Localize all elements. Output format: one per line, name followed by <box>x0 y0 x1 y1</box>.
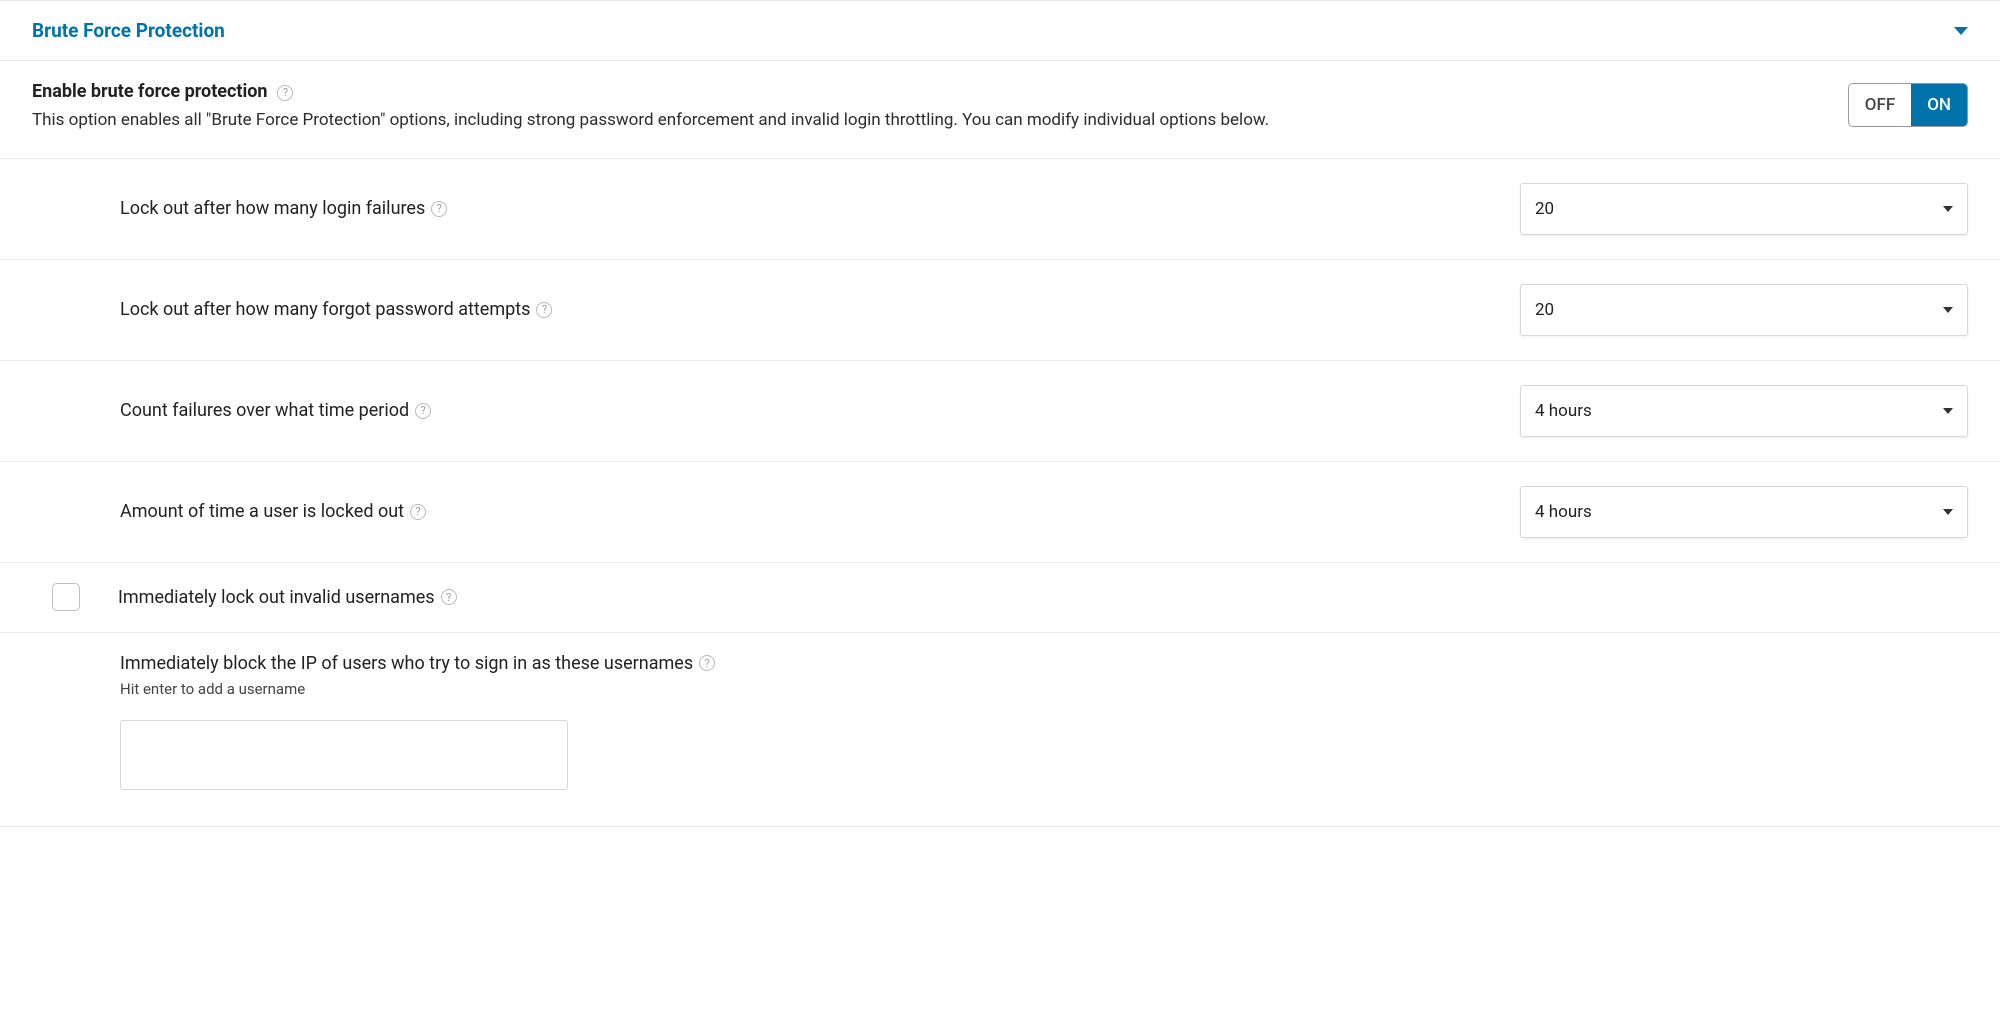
row-control: 4 hours <box>1520 486 1968 538</box>
help-icon[interactable]: ? <box>536 302 552 318</box>
enable-text: Enable brute force protection ? This opt… <box>32 81 1848 134</box>
chevron-down-icon <box>1943 206 1953 212</box>
row-control: 4 hours <box>1520 385 1968 437</box>
label-text: Amount of time a user is locked out <box>120 501 404 522</box>
select-value: 4 hours <box>1535 401 1592 421</box>
enable-section: Enable brute force protection ? This opt… <box>0 61 2000 159</box>
chevron-down-icon <box>1943 509 1953 515</box>
panel-title: Brute Force Protection <box>32 19 225 42</box>
row-control: 20 <box>1520 284 1968 336</box>
select-count-period[interactable]: 4 hours <box>1520 385 1968 437</box>
help-icon[interactable]: ? <box>415 403 431 419</box>
select-forgot-attempts[interactable]: 20 <box>1520 284 1968 336</box>
help-icon[interactable]: ? <box>441 589 457 605</box>
row-label-lock-invalid: Immediately lock out invalid usernames ? <box>118 587 457 608</box>
select-login-failures[interactable]: 20 <box>1520 183 1968 235</box>
username-input[interactable] <box>120 720 568 790</box>
enable-description: This option enables all "Brute Force Pro… <box>32 108 1824 134</box>
panel-header[interactable]: Brute Force Protection <box>0 1 2000 61</box>
row-label-block-ip: Immediately block the IP of users who tr… <box>120 653 1968 674</box>
chevron-down-icon <box>1943 408 1953 414</box>
row-label-lockout-time: Amount of time a user is locked out ? <box>120 501 1520 522</box>
row-count-period: Count failures over what time period ? 4… <box>0 361 2000 462</box>
row-label-count-period: Count failures over what time period ? <box>120 400 1520 421</box>
row-login-failures: Lock out after how many login failures ?… <box>0 159 2000 260</box>
toggle-on[interactable]: ON <box>1911 84 1967 126</box>
select-lockout-time[interactable]: 4 hours <box>1520 486 1968 538</box>
chevron-down-icon <box>1943 307 1953 313</box>
chevron-down-icon <box>1954 27 1968 35</box>
help-icon[interactable]: ? <box>699 655 715 671</box>
label-text: Immediately lock out invalid usernames <box>118 587 435 608</box>
row-label-login-failures: Lock out after how many login failures ? <box>120 198 1520 219</box>
row-label-forgot-attempts: Lock out after how many forgot password … <box>120 299 1520 320</box>
row-lock-invalid-usernames: Immediately lock out invalid usernames ? <box>0 563 2000 633</box>
row-forgot-attempts: Lock out after how many forgot password … <box>0 260 2000 361</box>
checkbox-lock-invalid-usernames[interactable] <box>52 583 80 611</box>
block-ip-hint: Hit enter to add a username <box>120 680 1968 698</box>
row-lockout-time: Amount of time a user is locked out ? 4 … <box>0 462 2000 563</box>
label-text: Count failures over what time period <box>120 400 409 421</box>
help-icon[interactable]: ? <box>277 85 293 101</box>
label-text: Lock out after how many login failures <box>120 198 425 219</box>
brute-force-panel: Brute Force Protection Enable brute forc… <box>0 0 2000 827</box>
label-text: Lock out after how many forgot password … <box>120 299 530 320</box>
select-value: 20 <box>1535 300 1554 320</box>
select-value: 20 <box>1535 199 1554 219</box>
help-icon[interactable]: ? <box>431 201 447 217</box>
help-icon[interactable]: ? <box>410 504 426 520</box>
row-control: 20 <box>1520 183 1968 235</box>
select-value: 4 hours <box>1535 502 1592 522</box>
checkbox-wrap: Immediately lock out invalid usernames ? <box>52 583 457 611</box>
toggle-off[interactable]: OFF <box>1849 84 1911 126</box>
enable-heading: Enable brute force protection <box>32 81 268 102</box>
enable-toggle[interactable]: OFF ON <box>1848 83 1968 127</box>
row-block-ip: Immediately block the IP of users who tr… <box>0 633 2000 826</box>
label-text: Immediately block the IP of users who tr… <box>120 653 693 674</box>
